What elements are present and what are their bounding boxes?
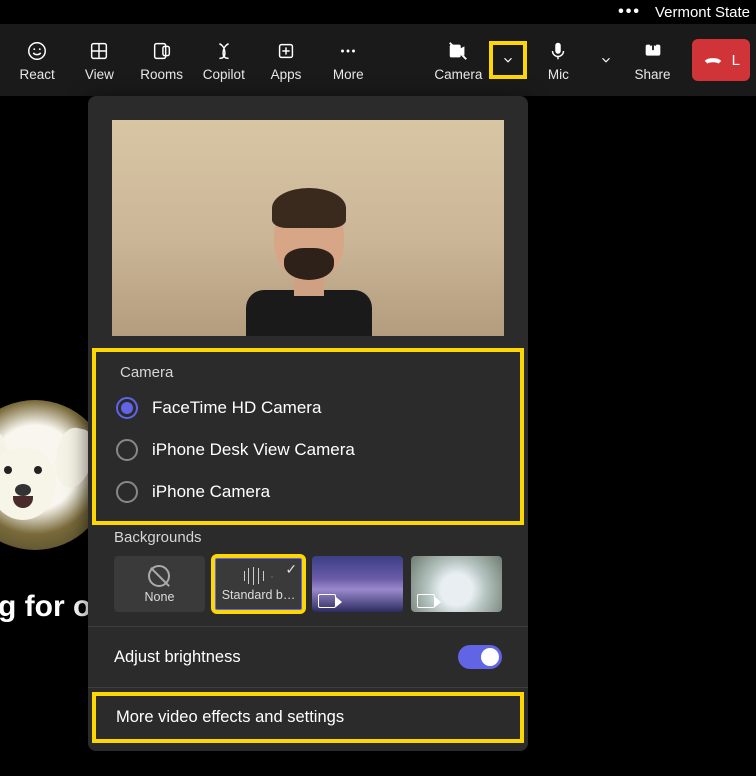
brightness-label: Adjust brightness [114,648,241,667]
more-label: More [333,67,364,82]
copilot-icon [212,39,236,63]
chevron-down-icon [501,53,515,67]
leave-label: L [732,52,740,69]
header-more-icon[interactable]: ••• [618,3,641,21]
rooms-icon [150,39,174,63]
mic-label: Mic [548,67,569,82]
smile-icon [25,39,49,63]
camera-preview [112,120,504,336]
background-image-2[interactable] [411,556,502,612]
camera-off-icon [446,39,470,63]
background-none[interactable]: None [114,556,205,612]
backgrounds-section-title: Backgrounds [114,529,502,546]
none-icon [148,565,170,587]
camera-options-panel: Camera FaceTime HD Camera iPhone Desk Vi… [88,96,528,751]
camera-section-title: Camera [94,356,522,387]
phone-down-icon [702,49,724,71]
react-label: React [19,67,54,82]
more-icon [336,39,360,63]
chevron-down-icon [599,53,613,67]
apps-button[interactable]: Apps [255,30,317,90]
bg-blur-label: Standard b… [222,588,296,602]
view-label: View [85,67,114,82]
background-image-1[interactable] [312,556,403,612]
more-video-effects-link[interactable]: More video effects and settings [94,694,522,741]
brightness-toggle[interactable] [458,645,502,669]
meeting-toolbar: React View Rooms Copilot Apps More [0,24,756,96]
view-button[interactable]: View [68,30,130,90]
mic-icon [546,39,570,63]
camera-option-label: FaceTime HD Camera [152,398,321,418]
check-icon: ✓ [285,561,297,578]
share-label: Share [635,67,671,82]
share-icon [641,39,665,63]
rooms-label: Rooms [140,67,183,82]
rooms-button[interactable]: Rooms [130,30,192,90]
radio-selected-icon [116,397,138,419]
background-standard-blur[interactable]: ✓ Standard b… [213,556,304,612]
camera-option-iphone-desk[interactable]: iPhone Desk View Camera [94,429,522,471]
share-button[interactable]: Share [621,30,683,90]
radio-icon [116,481,138,503]
camera-option-label: iPhone Camera [152,482,270,502]
grid-icon [87,39,111,63]
video-icon [417,594,435,608]
blur-icon [244,567,274,585]
camera-options-chevron[interactable] [491,43,525,77]
meeting-title: Vermont State [655,4,750,21]
apps-icon [274,39,298,63]
video-icon [318,594,336,608]
waiting-text: g for ot [0,590,101,624]
leave-button[interactable]: L [692,39,750,81]
react-button[interactable]: React [6,30,68,90]
mic-button[interactable]: Mic [525,30,591,90]
copilot-label: Copilot [203,67,245,82]
more-button[interactable]: More [317,30,379,90]
bg-none-label: None [145,590,175,604]
camera-label: Camera [434,67,482,82]
copilot-button[interactable]: Copilot [193,30,255,90]
mic-options-chevron[interactable] [591,30,621,90]
more-effects-label: More video effects and settings [116,708,344,726]
camera-option-iphone[interactable]: iPhone Camera [94,471,522,513]
radio-icon [116,439,138,461]
camera-option-facetime[interactable]: FaceTime HD Camera [94,387,522,429]
camera-button[interactable]: Camera [425,30,491,90]
camera-option-label: iPhone Desk View Camera [152,440,355,460]
apps-label: Apps [271,67,302,82]
